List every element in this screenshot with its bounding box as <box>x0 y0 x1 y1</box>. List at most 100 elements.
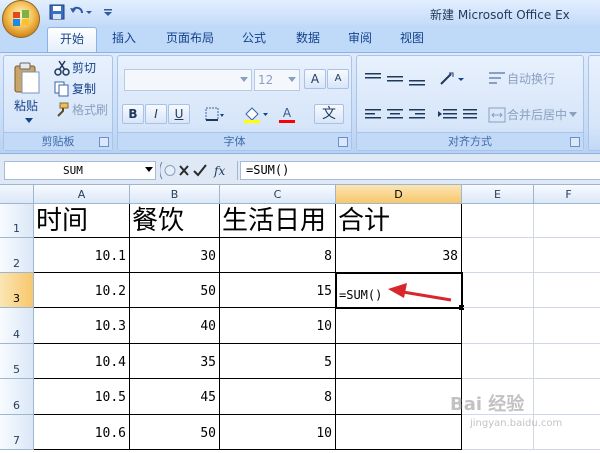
copy-button[interactable]: 复制 <box>72 79 96 99</box>
font-size-dropdown-icon[interactable] <box>288 77 296 83</box>
row-header-4[interactable]: 4 <box>0 308 34 344</box>
cell-a4[interactable]: 10.3 <box>34 308 130 344</box>
cell-d7[interactable] <box>336 415 462 450</box>
tab-review[interactable]: 审阅 <box>338 27 382 50</box>
paste-dropdown-icon[interactable] <box>25 118 33 124</box>
font-name-input[interactable] <box>124 69 252 91</box>
alignment-launcher-icon[interactable] <box>570 137 580 147</box>
row-header-1[interactable]: 1 <box>0 204 34 238</box>
cell-e2[interactable] <box>462 238 534 273</box>
cell-c4[interactable]: 10 <box>220 308 336 344</box>
office-logo-icon <box>13 10 29 26</box>
horizontal-align-icons[interactable] <box>363 106 431 124</box>
cell-b1[interactable]: 餐饮 <box>130 204 220 238</box>
wrap-text-button[interactable]: 自动换行 <box>507 69 555 89</box>
name-box[interactable]: SUM <box>4 161 156 180</box>
format-painter-button[interactable]: 格式刷 <box>72 100 108 120</box>
column-header-b[interactable]: B <box>130 185 220 204</box>
cell-d2[interactable]: 38 <box>336 238 462 273</box>
row-header-7[interactable]: 7 <box>0 415 34 450</box>
cell-a7[interactable]: 10.6 <box>34 415 130 450</box>
cell-f4[interactable] <box>534 308 600 344</box>
office-button[interactable] <box>2 0 40 38</box>
tab-formulas[interactable]: 公式 <box>232 27 276 50</box>
cell-c6[interactable]: 8 <box>220 379 336 415</box>
save-icon[interactable] <box>48 3 66 21</box>
cell-a6[interactable]: 10.5 <box>34 379 130 415</box>
italic-button[interactable]: I <box>145 104 167 124</box>
cell-f1[interactable] <box>534 204 600 238</box>
fill-color-icon[interactable] <box>242 106 270 124</box>
undo-dropdown-icon[interactable] <box>84 3 94 21</box>
phonetic-guide-button[interactable]: 文 <box>314 104 344 124</box>
cell-b3[interactable]: 50 <box>130 273 220 308</box>
paste-button[interactable]: 粘贴 <box>14 96 38 116</box>
font-name-dropdown-icon[interactable] <box>240 77 248 83</box>
shrink-font-button[interactable]: A <box>327 69 349 89</box>
cell-d6[interactable] <box>336 379 462 415</box>
column-header-e[interactable]: E <box>462 185 534 204</box>
underline-button[interactable]: U <box>168 104 190 124</box>
cell-e5[interactable] <box>462 344 534 379</box>
cell-c3[interactable]: 15 <box>220 273 336 308</box>
cell-a5[interactable]: 10.4 <box>34 344 130 379</box>
cell-e1[interactable] <box>462 204 534 238</box>
cell-a1[interactable]: 时间 <box>34 204 130 238</box>
cell-f6[interactable] <box>534 379 600 415</box>
borders-icon[interactable] <box>204 106 226 124</box>
cell-d5[interactable] <box>336 344 462 379</box>
merge-center-button[interactable]: 合并后居中 <box>507 105 567 125</box>
formula-input[interactable]: =SUM() <box>240 161 600 180</box>
tab-home[interactable]: 开始 <box>47 27 97 53</box>
cell-b6[interactable]: 45 <box>130 379 220 415</box>
row-header-2[interactable]: 2 <box>0 238 34 273</box>
column-header-d[interactable]: D <box>336 185 462 204</box>
cell-a2[interactable]: 10.1 <box>34 238 130 273</box>
name-box-dropdown-icon[interactable] <box>145 167 153 172</box>
insert-function-icon: fx <box>213 164 225 178</box>
orientation-icon[interactable] <box>437 70 467 88</box>
select-all-corner[interactable] <box>0 185 34 204</box>
column-header-a[interactable]: A <box>34 185 130 204</box>
bold-button[interactable]: B <box>122 104 144 124</box>
font-launcher-icon[interactable] <box>338 137 348 147</box>
cut-button[interactable]: 剪切 <box>72 58 96 78</box>
cell-d4[interactable] <box>336 308 462 344</box>
cell-b5[interactable]: 35 <box>130 344 220 379</box>
row-header-6[interactable]: 6 <box>0 379 34 415</box>
grow-font-button[interactable]: A <box>304 69 326 89</box>
tab-insert[interactable]: 插入 <box>103 27 145 50</box>
indent-icons[interactable] <box>437 106 481 124</box>
cell-b7[interactable]: 50 <box>130 415 220 450</box>
cell-c5[interactable]: 5 <box>220 344 336 379</box>
clipboard-launcher-icon[interactable] <box>99 137 109 147</box>
row-header-3[interactable]: 3 <box>0 273 34 308</box>
cell-c2[interactable]: 8 <box>220 238 336 273</box>
cell-e4[interactable] <box>462 308 534 344</box>
cell-b2[interactable]: 30 <box>130 238 220 273</box>
cell-e3[interactable] <box>463 273 534 308</box>
merge-dropdown-icon[interactable] <box>569 112 577 118</box>
tab-data[interactable]: 数据 <box>286 27 330 50</box>
tab-page-layout[interactable]: 页面布局 <box>157 27 223 50</box>
font-group-label: 字体 <box>118 132 351 150</box>
cell-f2[interactable] <box>534 238 600 273</box>
cancel-icon <box>179 165 189 176</box>
cell-b4[interactable]: 40 <box>130 308 220 344</box>
customize-toolbar-icon[interactable] <box>102 3 114 21</box>
cell-d1[interactable]: 合计 <box>336 204 462 238</box>
tab-view[interactable]: 视图 <box>390 27 434 50</box>
font-group: 12 A A B I U A 文 字体 <box>117 55 352 151</box>
column-header-f[interactable]: F <box>534 185 600 204</box>
format-painter-icon <box>57 102 69 117</box>
cell-c7[interactable]: 10 <box>220 415 336 450</box>
vertical-align-icons[interactable] <box>363 70 431 88</box>
cell-a3[interactable]: 10.2 <box>34 273 130 308</box>
cell-f5[interactable] <box>534 344 600 379</box>
column-header-c[interactable]: C <box>220 185 336 204</box>
row-header-5[interactable]: 5 <box>0 344 34 379</box>
formula-controls: fx <box>160 161 238 180</box>
font-color-swatch <box>279 120 295 123</box>
cell-f3[interactable] <box>534 273 600 308</box>
cell-c1[interactable]: 生活日用 <box>220 204 336 238</box>
